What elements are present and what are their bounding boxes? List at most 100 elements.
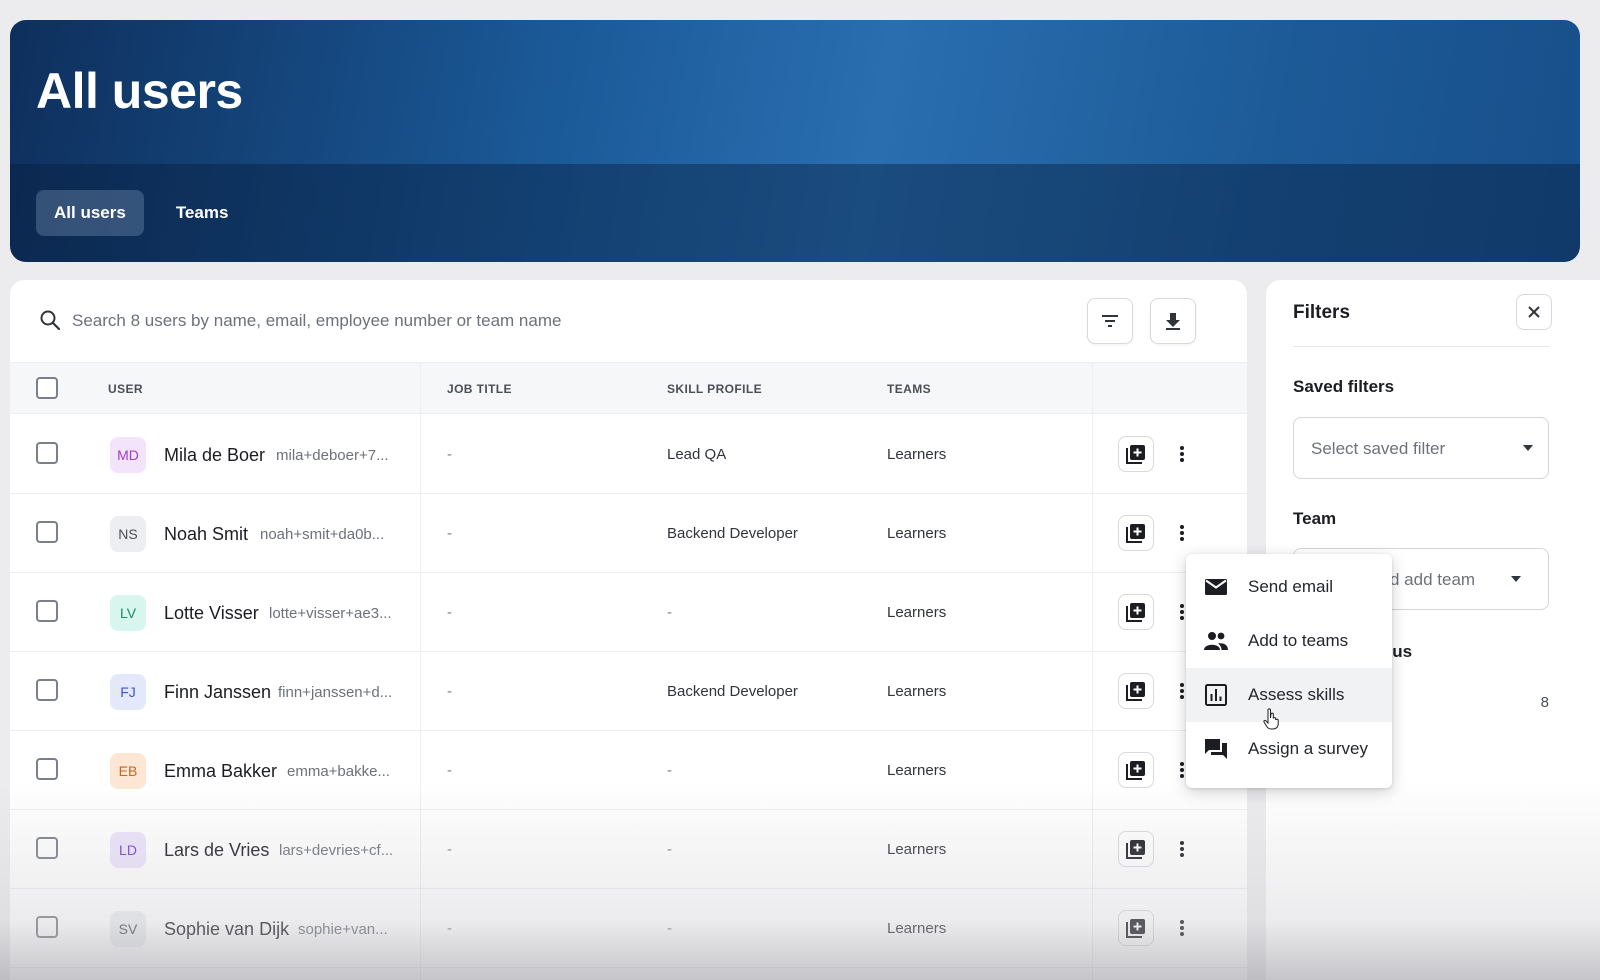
table-row[interactable]: FJ Finn Janssen finn+janssen+d... - Back… <box>10 651 1247 731</box>
menu-item-assign-survey[interactable]: Assign a survey <box>1186 722 1392 776</box>
skill-profile-cell: - <box>667 841 672 858</box>
column-header-skill-profile[interactable]: SKILL PROFILE <box>667 382 762 396</box>
table-row[interactable]: NS Noah Smit noah+smit+da0b... - Backend… <box>10 493 1247 573</box>
tab-teams[interactable]: Teams <box>158 190 247 236</box>
job-title-cell: - <box>447 920 452 937</box>
team-select-placeholder: d add team <box>1390 570 1476 589</box>
user-email: noah+smit+da0b... <box>260 526 385 543</box>
avatar: LD <box>110 832 146 868</box>
caret-down-icon <box>1511 576 1521 582</box>
row-checkbox[interactable] <box>36 521 58 543</box>
row-checkbox[interactable] <box>36 442 58 464</box>
row-checkbox[interactable] <box>36 600 58 622</box>
avatar: SV <box>110 911 146 947</box>
user-email: finn+janssen+d... <box>278 684 393 701</box>
user-name[interactable]: Noah Smit <box>164 524 248 545</box>
add-to-team-button[interactable] <box>1118 436 1154 472</box>
filter-icon <box>1102 315 1118 327</box>
more-actions-button[interactable] <box>1170 517 1194 549</box>
column-header-user[interactable]: USER <box>108 382 143 396</box>
saved-filter-select[interactable]: Select saved filter <box>1293 417 1549 479</box>
add-to-team-button[interactable] <box>1118 515 1154 551</box>
add-to-team-button[interactable] <box>1118 594 1154 630</box>
job-title-cell: - <box>447 841 452 858</box>
menu-item-send-email[interactable]: Send email <box>1186 560 1392 614</box>
column-header-job-title[interactable]: JOB TITLE <box>447 382 512 396</box>
skill-profile-cell: Backend Developer <box>667 525 798 542</box>
more-vertical-icon <box>1180 683 1184 699</box>
avatar: EB <box>110 753 146 789</box>
table-row[interactable]: SV Sophie van Dijk sophie+van... - - Lea… <box>10 888 1247 968</box>
search-icon <box>40 310 61 331</box>
user-email: emma+bakke... <box>287 763 390 780</box>
table-row[interactable]: LV Lotte Visser lotte+visser+ae3... - - … <box>10 572 1247 652</box>
more-vertical-icon <box>1180 762 1184 778</box>
user-name[interactable]: Sophie van Dijk <box>164 919 289 940</box>
avatar: MD <box>110 437 146 473</box>
tab-all-users[interactable]: All users <box>36 190 144 236</box>
table-header: USER JOB TITLE SKILL PROFILE TEAMS <box>10 362 1247 414</box>
filter-button[interactable] <box>1087 298 1133 344</box>
column-header-teams[interactable]: TEAMS <box>887 382 931 396</box>
user-name[interactable]: Finn Janssen <box>164 682 271 703</box>
add-box-icon <box>1126 761 1145 780</box>
bar-chart-icon <box>1205 684 1227 706</box>
avatar: LV <box>110 595 146 631</box>
add-to-team-button[interactable] <box>1118 752 1154 788</box>
more-actions-button[interactable] <box>1170 833 1194 865</box>
more-vertical-icon <box>1180 446 1184 462</box>
job-title-cell: - <box>447 525 452 542</box>
add-box-icon <box>1126 840 1145 859</box>
avatar: FJ <box>110 674 146 710</box>
divider <box>1293 346 1549 347</box>
download-button[interactable] <box>1150 298 1196 344</box>
hand-cursor-icon <box>1263 708 1279 730</box>
menu-item-label: Assign a survey <box>1248 739 1368 758</box>
menu-item-label: Assess skills <box>1248 685 1345 704</box>
add-to-team-button[interactable] <box>1118 910 1154 946</box>
add-box-icon <box>1126 524 1145 543</box>
chat-icon <box>1205 739 1227 759</box>
add-to-team-button[interactable] <box>1118 673 1154 709</box>
row-checkbox[interactable] <box>36 679 58 701</box>
user-email: lars+devries+cf... <box>279 842 394 859</box>
row-checkbox[interactable] <box>36 837 58 859</box>
more-actions-button[interactable] <box>1170 912 1194 944</box>
job-title-cell: - <box>447 762 452 779</box>
row-checkbox[interactable] <box>36 758 58 780</box>
skill-profile-cell: - <box>667 920 672 937</box>
add-to-team-button[interactable] <box>1118 831 1154 867</box>
users-panel: USER JOB TITLE SKILL PROFILE TEAMS MD Mi… <box>10 280 1247 980</box>
menu-item-assess-skills[interactable]: Assess skills <box>1186 668 1392 722</box>
select-all-checkbox[interactable] <box>36 377 58 399</box>
close-filters-button[interactable] <box>1516 294 1552 330</box>
more-vertical-icon <box>1180 920 1184 936</box>
page-title: All users <box>36 63 243 119</box>
table-row[interactable]: EB Emma Bakker emma+bakke... - - Learner… <box>10 730 1247 810</box>
add-box-icon <box>1126 603 1145 622</box>
user-name[interactable]: Emma Bakker <box>164 761 277 782</box>
user-email: lotte+visser+ae3... <box>269 605 392 622</box>
menu-item-add-to-teams[interactable]: Add to teams <box>1186 614 1392 668</box>
user-name[interactable]: Lars de Vries <box>164 840 269 861</box>
search-input[interactable] <box>72 304 972 338</box>
teams-cell: Learners <box>887 762 947 779</box>
table-row[interactable]: MD Mila de Boer mila+deboer+7... - Lead … <box>10 414 1247 494</box>
teams-cell: Learners <box>887 446 947 463</box>
menu-item-label: Send email <box>1248 577 1334 596</box>
menu-item-label: Add to teams <box>1248 631 1349 650</box>
teams-cell: Learners <box>887 604 947 621</box>
table-row[interactable]: LD Lars de Vries lars+devries+cf... - - … <box>10 809 1247 889</box>
more-vertical-icon <box>1180 604 1184 620</box>
header-tabs: All users Teams <box>36 190 246 236</box>
row-checkbox[interactable] <box>36 916 58 938</box>
user-name[interactable]: Lotte Visser <box>164 603 259 624</box>
mail-icon <box>1205 579 1227 595</box>
more-actions-button[interactable] <box>1170 438 1194 470</box>
teams-cell: Learners <box>887 841 947 858</box>
avatar: NS <box>110 516 146 552</box>
filters-title: Filters <box>1293 302 1351 323</box>
user-email: mila+deboer+7... <box>276 447 389 464</box>
teams-cell: Learners <box>887 920 947 937</box>
user-name[interactable]: Mila de Boer <box>164 445 265 466</box>
